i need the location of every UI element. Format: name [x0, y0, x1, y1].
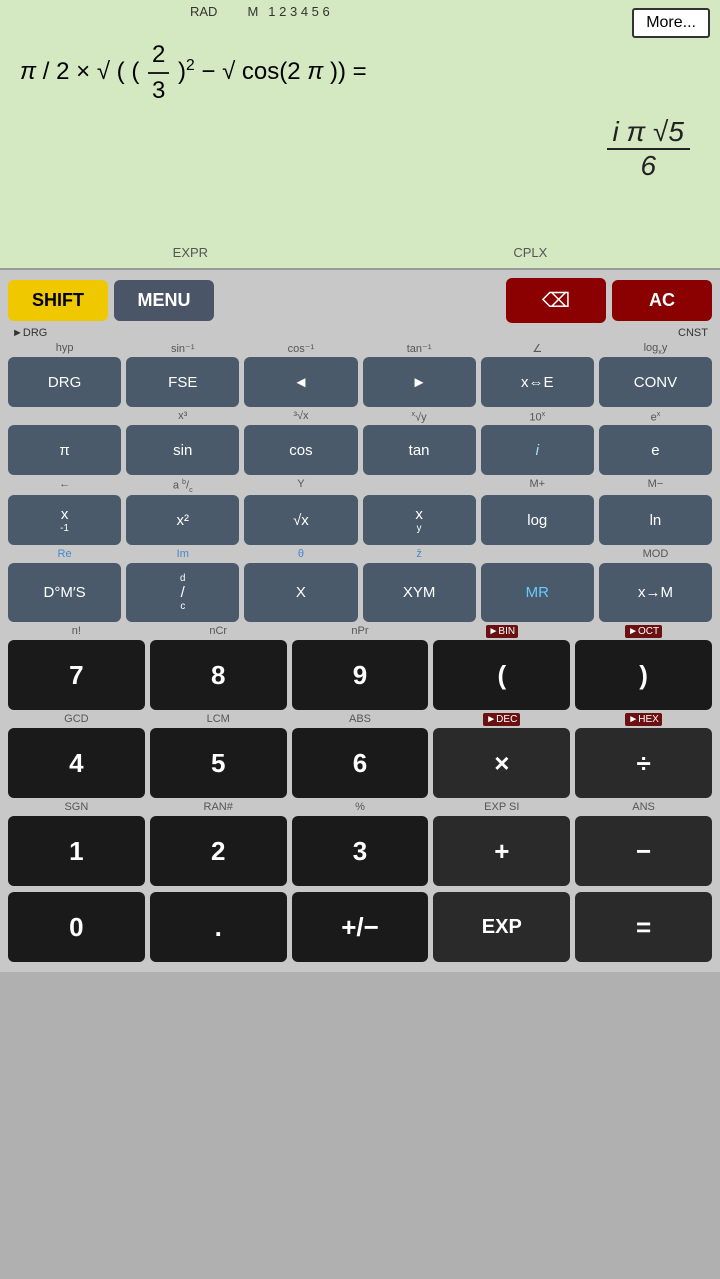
x-e-button[interactable]: x⇔E [481, 357, 594, 407]
expression-display: π / 2 × √ ( ( 2 3 )2 − √ cos(2 π )) = [0, 23, 720, 112]
mode-indicator: RAD [190, 4, 217, 19]
sin-button[interactable]: sin [126, 425, 239, 475]
seven-button[interactable]: 7 [8, 640, 145, 710]
result-display: i π √5 6 [0, 112, 720, 182]
drg-button[interactable]: DRG [8, 357, 121, 407]
expr-label: EXPR [173, 245, 208, 260]
ln-button[interactable]: ln [599, 495, 712, 545]
mr-button[interactable]: MR [481, 563, 594, 622]
log-button[interactable]: log [481, 495, 594, 545]
row3-buttons: x-1 x² √x xy log ln [8, 495, 712, 545]
minus-button[interactable]: − [575, 816, 712, 886]
backspace-button[interactable]: ⌫ [506, 278, 606, 323]
eight-button[interactable]: 8 [150, 640, 287, 710]
equals-button[interactable]: = [575, 892, 712, 962]
six-button[interactable]: 6 [292, 728, 429, 798]
multiply-button[interactable]: × [433, 728, 570, 798]
menu-button[interactable]: MENU [114, 280, 214, 321]
result-i: i [613, 116, 627, 147]
e-button[interactable]: e [599, 425, 712, 475]
divide-button[interactable]: ÷ [575, 728, 712, 798]
open-paren-button[interactable]: ( [433, 640, 570, 710]
zero-button[interactable]: 0 [8, 892, 145, 962]
row5-labels: n! nCr nPr ►BIN ►OCT [8, 624, 712, 640]
x-to-m-button[interactable]: x→M [599, 563, 712, 622]
dms-button[interactable]: D°M′S [8, 563, 121, 622]
calculator-body: SHIFT MENU ⌫ AC ►DRG CNST hyp sin⁻¹ cos⁻… [0, 270, 720, 972]
two-button[interactable]: 2 [150, 816, 287, 886]
expr-fraction: 2 3 [148, 38, 169, 107]
calculator-display: RAD M 1 2 3 4 5 6 More... π / 2 × √ ( ( … [0, 0, 720, 270]
result-denominator: 6 [634, 150, 662, 182]
x-inv-button[interactable]: x-1 [8, 495, 121, 545]
pi-button[interactable]: π [8, 425, 121, 475]
plus-button[interactable]: + [433, 816, 570, 886]
expr-pi2: π [307, 58, 323, 85]
fse-button[interactable]: FSE [126, 357, 239, 407]
top-controls-row: SHIFT MENU ⌫ AC [8, 278, 712, 323]
shift-button[interactable]: SHIFT [8, 280, 108, 321]
expr-sqrt: √ [97, 58, 110, 85]
drg-cnst-labels: ►DRG CNST [8, 327, 712, 339]
row2-buttons: π sin cos tan i e [8, 425, 712, 475]
dc-button[interactable]: d/c [126, 563, 239, 622]
row8-buttons: 0 . +/− EXP = [8, 892, 712, 962]
right-arrow-button[interactable]: ► [363, 357, 476, 407]
row3-labels: ← a b/c Y M+ M− [8, 477, 712, 495]
more-button[interactable]: More... [632, 8, 710, 38]
result-pi: π [627, 116, 654, 147]
i-button[interactable]: i [481, 425, 594, 475]
expr-2: 2 [56, 58, 69, 85]
row4-buttons: D°M′S d/c X XYM MR x→M [8, 563, 712, 622]
three-button[interactable]: 3 [292, 816, 429, 886]
plusminus-button[interactable]: +/− [292, 892, 429, 962]
row1-labels: hyp sin⁻¹ cos⁻¹ tan⁻¹ ∠ logxy [8, 341, 712, 357]
row6-labels: GCD LCM ABS ►DEC ►HEX [8, 712, 712, 728]
x-pow-y-button[interactable]: xy [363, 495, 476, 545]
cos-button[interactable]: cos [244, 425, 357, 475]
exp-button[interactable]: EXP [433, 892, 570, 962]
row7-buttons: 1 2 3 + − [8, 816, 712, 886]
sqrt-button[interactable]: √x [244, 495, 357, 545]
row7-labels: SGN RAN# % EXP SI ANS [8, 800, 712, 816]
five-button[interactable]: 5 [150, 728, 287, 798]
ac-button[interactable]: AC [612, 280, 712, 321]
cnst-label: CNST [678, 327, 712, 339]
nine-button[interactable]: 9 [292, 640, 429, 710]
row4-labels: Re Im θ z̄ MOD [8, 547, 712, 563]
conv-button[interactable]: CONV [599, 357, 712, 407]
tan-button[interactable]: tan [363, 425, 476, 475]
display-bottom-bar: EXPR CPLX [0, 245, 720, 260]
row6-buttons: 4 5 6 × ÷ [8, 728, 712, 798]
expr-pi: π [20, 58, 36, 85]
memory-indicator: M [247, 4, 258, 19]
result-fraction: i π √5 6 [607, 116, 691, 182]
x-sq-button[interactable]: x² [126, 495, 239, 545]
result-sqrt5: √5 [653, 116, 684, 147]
expr-sqrt2: √ [222, 58, 235, 85]
one-button[interactable]: 1 [8, 816, 145, 886]
xym-button[interactable]: XYM [363, 563, 476, 622]
left-arrow-button[interactable]: ◄ [244, 357, 357, 407]
close-paren-button[interactable]: ) [575, 640, 712, 710]
cplx-label: CPLX [513, 245, 547, 260]
x-button[interactable]: X [244, 563, 357, 622]
row1-buttons: DRG FSE ◄ ► x⇔E CONV [8, 357, 712, 407]
decimal-button[interactable]: . [150, 892, 287, 962]
row2-labels: x³ ³√x x√y 10x ex [8, 409, 712, 425]
drg-label: ►DRG [12, 327, 47, 339]
expr-cos: cos(2 [242, 58, 301, 85]
row5-buttons: 7 8 9 ( ) [8, 640, 712, 710]
four-button[interactable]: 4 [8, 728, 145, 798]
